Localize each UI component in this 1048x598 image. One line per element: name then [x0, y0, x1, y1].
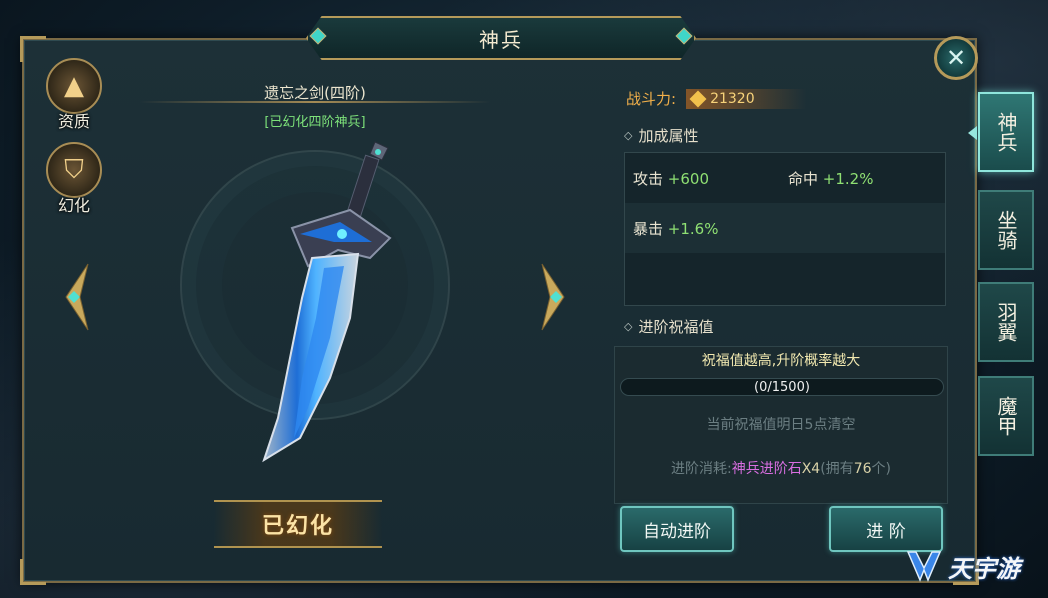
attribute-name: 暴击: [633, 219, 664, 238]
panel-corner: [20, 559, 46, 585]
transform-label: 幻化: [57, 196, 90, 215]
advance-label: 进 阶: [866, 521, 906, 542]
attribute-hit: 命中 +1.2%: [788, 168, 943, 189]
blessing-title: 进阶祝福值: [638, 318, 714, 336]
tab-label: 魔甲: [994, 396, 1018, 436]
blessing-progress-bar: (0/1500): [620, 378, 944, 396]
cost-item[interactable]: 神兵进阶石: [732, 461, 802, 477]
tab-divine-weapon[interactable]: 神兵: [978, 92, 1034, 172]
blessing-header: ◇ 进阶祝福值: [624, 316, 713, 337]
table-row: 攻击 +600 命中 +1.2%: [625, 153, 945, 203]
page-title: 神兵: [479, 27, 523, 52]
attributes-table: 攻击 +600 命中 +1.2% 暴击 +1.6%: [624, 152, 946, 306]
divider: [140, 101, 490, 103]
attributes-title: 加成属性: [638, 127, 699, 145]
own-count: 76: [853, 461, 872, 477]
attribute-name: 攻击: [633, 169, 664, 188]
blessing-note: 当前祝福值明日5点清空: [706, 417, 856, 433]
own-prefix: (拥有: [820, 461, 854, 477]
combat-power-value: 21320: [710, 90, 755, 107]
title-banner: 神兵: [306, 16, 696, 60]
watermark: 天宇游: [904, 546, 1020, 586]
auto-advance-button[interactable]: 自动进阶: [620, 506, 734, 552]
prev-arrow-button[interactable]: [60, 262, 94, 332]
attribute-value: +600: [667, 169, 709, 188]
attribute-value: +1.6%: [667, 219, 719, 238]
tab-wings[interactable]: 羽翼: [978, 282, 1034, 362]
blessing-progress-text: (0/1500): [754, 379, 810, 395]
blessing-hint: 祝福值越高,升阶概率越大: [701, 353, 861, 369]
tab-mount[interactable]: 坐骑: [978, 190, 1034, 270]
weapon-subtitle: [已幻化四阶神兵]: [264, 115, 366, 130]
qualification-label: 资质: [57, 112, 90, 131]
power-icon: [689, 90, 707, 107]
qualification-button[interactable]: ▲ 资质: [44, 58, 104, 132]
watermark-logo-icon: [906, 551, 942, 582]
attribute-crit: 暴击 +1.6%: [633, 218, 788, 239]
weapon-name: 遗忘之剑(四阶): [264, 84, 366, 102]
advance-cost: 进阶消耗:神兵进阶石X4(拥有76个): [614, 458, 948, 478]
next-arrow-button[interactable]: [536, 262, 570, 332]
attribute-value: +1.2%: [822, 169, 874, 188]
sword-image: [262, 141, 392, 463]
table-row: [625, 253, 945, 303]
panel-corner: [20, 36, 46, 62]
attribute-attack: 攻击 +600: [633, 168, 788, 189]
watermark-text: 天宇游: [948, 554, 1020, 583]
combat-power: 战斗力: 21320: [626, 88, 807, 109]
shield-icon: ⛉: [46, 142, 102, 198]
tab-label: 神兵: [994, 112, 1018, 152]
combat-power-label: 战斗力:: [626, 90, 677, 108]
tab-label: 羽翼: [994, 302, 1018, 342]
active-tab-pointer: [968, 126, 977, 140]
cost-quantity: X4: [801, 461, 821, 477]
combat-power-bar: 21320: [686, 88, 807, 109]
diamond-icon: ◇: [624, 129, 633, 142]
close-icon: ✕: [945, 44, 967, 72]
book-icon: ▲: [46, 58, 102, 114]
attribute-name: 命中: [788, 169, 819, 188]
tab-armor[interactable]: 魔甲: [978, 376, 1034, 456]
transformed-status-button[interactable]: 已幻化: [214, 500, 382, 548]
attributes-header: ◇ 加成属性: [624, 125, 698, 146]
table-row: 暴击 +1.6%: [625, 203, 945, 253]
transform-button[interactable]: ⛉ 幻化: [44, 142, 104, 216]
transformed-status-label: 已幻化: [261, 514, 334, 539]
tab-label: 坐骑: [994, 210, 1018, 250]
diamond-icon: ◇: [624, 320, 633, 333]
own-suffix: 个): [871, 461, 891, 477]
auto-advance-label: 自动进阶: [643, 521, 711, 542]
cost-prefix: 进阶消耗:: [671, 461, 732, 477]
close-button[interactable]: ✕: [934, 36, 978, 80]
